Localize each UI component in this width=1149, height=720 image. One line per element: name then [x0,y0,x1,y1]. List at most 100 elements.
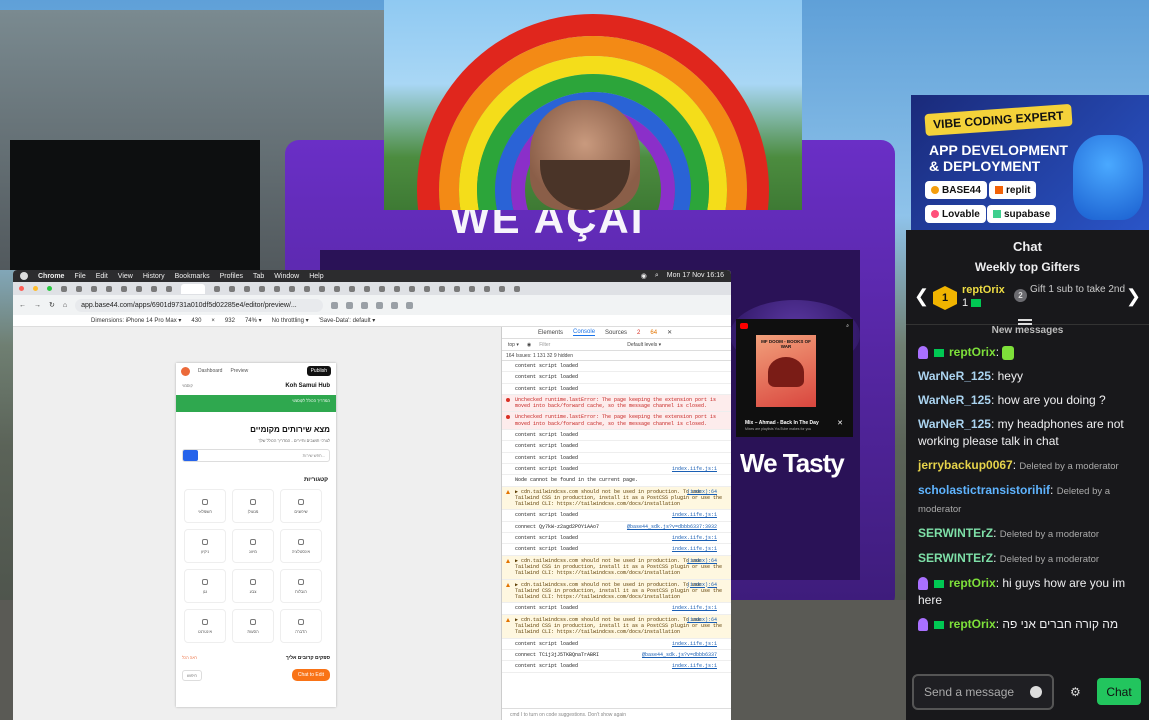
context-select[interactable]: top ▾ [508,342,519,348]
chat-username[interactable]: WarNeR_125 [918,369,991,383]
browser-tab[interactable] [61,285,67,292]
browser-tab[interactable] [166,285,172,292]
chat-username[interactable]: SERWINTErZ [918,526,993,540]
close-icon[interactable]: ✕ [837,419,843,427]
browser-tab[interactable] [454,285,460,292]
extension-icon[interactable] [376,301,384,309]
source-link[interactable]: index.iife.js:1 [672,512,717,518]
dashboard-link[interactable]: Dashboard [198,368,222,374]
chat-username[interactable]: reptOrix [949,576,996,590]
chat-username[interactable]: WarNeR_125 [918,393,991,407]
category-card[interactable]: אינסטלציה [280,529,322,563]
category-card[interactable]: צבע [232,569,274,603]
search-icon[interactable]: ⌕ [655,272,659,280]
search-icon[interactable]: ⌕ [846,323,849,329]
source-link[interactable]: @base44_sdk.js?v=dbbb6337 [642,652,717,658]
chat-send-button[interactable]: Chat [1097,678,1141,705]
browser-tab[interactable] [469,285,475,292]
source-link[interactable]: (index):64 [687,582,717,588]
chat-username[interactable]: reptOrix [949,617,996,631]
gear-icon[interactable]: ⚙ [1070,685,1081,699]
chevron-right-icon[interactable]: ❯ [1126,286,1141,307]
browser-tab[interactable] [214,285,220,292]
menu-file[interactable]: File [74,273,85,280]
browser-tab[interactable] [304,285,310,292]
minimize-window-icon[interactable] [33,286,38,291]
browser-tab[interactable] [484,285,490,292]
wifi-icon[interactable]: ◉ [641,272,647,280]
browser-tab[interactable] [151,285,157,292]
top-gifter-name[interactable]: reptOrix [962,284,1005,296]
source-link[interactable]: (index):64 [687,617,717,623]
category-card[interactable]: חשמלאי [184,489,226,523]
issues-bar[interactable]: 164 Issues: 1 131 32 9 hidden [502,351,731,361]
filter-input[interactable]: Filter [539,342,619,348]
menu-tab[interactable]: Tab [253,273,264,280]
maximize-window-icon[interactable] [47,286,52,291]
browser-tab[interactable] [334,285,340,292]
source-link[interactable]: (index):64 [687,558,717,564]
browser-tab[interactable] [424,285,430,292]
height-field[interactable]: 932 [225,318,235,324]
source-link[interactable]: index.iife.js:1 [672,535,717,541]
category-card[interactable]: מנעולן [232,489,274,523]
extension-icon[interactable] [346,301,354,309]
width-field[interactable]: 430 [191,318,201,324]
service-search[interactable]: חפש שירות... [182,449,330,462]
browser-tab[interactable] [106,285,112,292]
tab-console[interactable]: Console [573,329,596,336]
source-link[interactable]: index.iife.js:1 [672,663,717,669]
category-card[interactable]: הדברה [280,609,322,643]
warning-count[interactable]: 64 [650,330,657,336]
menu-history[interactable]: History [143,273,165,280]
zoom-select[interactable]: 74% ▾ [245,317,262,324]
forward-icon[interactable]: → [34,302,41,309]
category-card[interactable]: גנן [184,569,226,603]
browser-tab[interactable] [229,285,235,292]
category-card[interactable]: הסעות [232,609,274,643]
browser-tab[interactable] [379,285,385,292]
browser-tab[interactable] [274,285,280,292]
extension-icon[interactable] [406,301,414,309]
emoji-icon[interactable] [1030,686,1042,698]
browser-tab[interactable] [76,285,82,292]
search-button[interactable] [183,450,198,461]
clock[interactable]: Mon 17 Nov 16:16 [667,272,724,280]
menu-window[interactable]: Window [274,273,299,280]
filter-chip[interactable]: חיפוש [182,669,202,681]
browser-tab[interactable] [136,285,142,292]
browser-tab[interactable] [364,285,370,292]
tab-sources[interactable]: Sources [605,330,627,336]
browser-tab[interactable] [439,285,445,292]
browser-tab[interactable] [289,285,295,292]
search-input[interactable]: חפש שירות... [303,453,329,458]
chat-input[interactable]: Send a message [912,674,1054,710]
menu-profiles[interactable]: Profiles [220,273,243,280]
new-messages-divider[interactable]: New messages [906,319,1149,338]
browser-tab-active[interactable] [181,283,205,294]
browser-tab[interactable] [499,285,505,292]
source-link[interactable]: index.iife.js:1 [672,641,717,647]
menu-chrome[interactable]: Chrome [38,273,64,280]
browser-tab[interactable] [244,285,250,292]
error-count[interactable]: 2 [637,330,640,336]
category-card[interactable]: מיזוג [232,529,274,563]
category-card[interactable]: שיפוצים [280,489,322,523]
url-bar[interactable]: app.base44.com/apps/6901d9731a010df5d022… [75,298,324,312]
close-window-icon[interactable] [19,286,24,291]
browser-tab[interactable] [259,285,265,292]
menu-view[interactable]: View [118,273,133,280]
chat-to-edit-button[interactable]: Chat to Edit [291,669,330,681]
chat-username[interactable]: WarNeR_125 [918,417,991,431]
eye-icon[interactable]: ◉ [527,342,531,348]
apple-icon[interactable] [20,272,28,280]
browser-tab[interactable] [409,285,415,292]
source-link[interactable]: index.iife.js:1 [672,546,717,552]
extension-icon[interactable] [331,301,339,309]
menu-edit[interactable]: Edit [96,273,108,280]
chat-username[interactable]: scholastictransistorihif [918,483,1050,497]
album-art[interactable]: MF DOOM - BOOKS OF WAR [756,335,816,407]
close-icon[interactable]: ✕ [667,329,672,336]
chat-username[interactable]: SERWINTErZ [918,551,993,565]
throttle-select[interactable]: No throttling ▾ [272,317,309,324]
